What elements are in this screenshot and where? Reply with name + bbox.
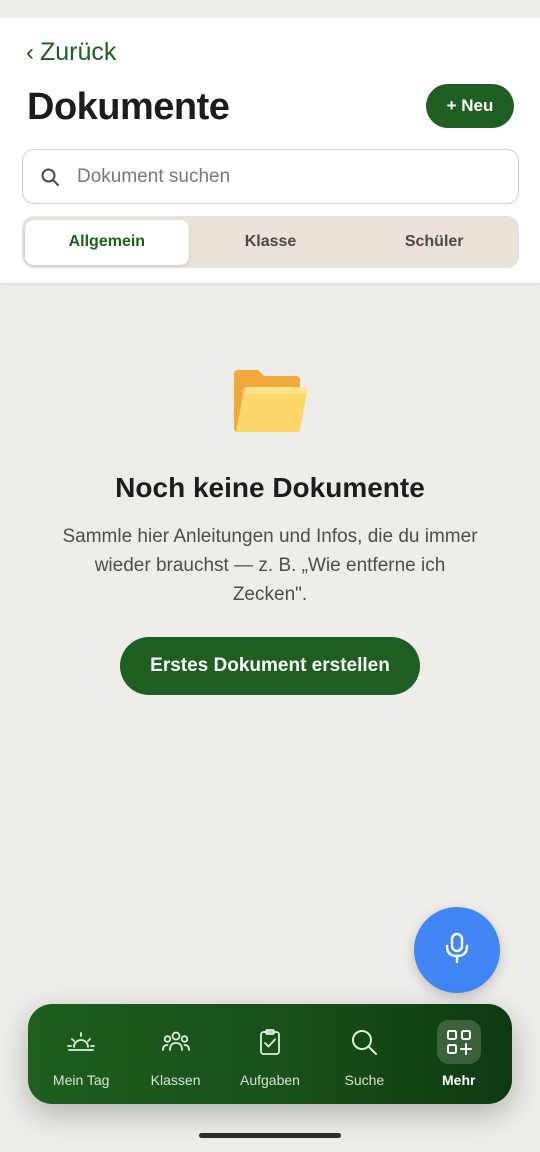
tab-allgemein[interactable]: Allgemein	[25, 219, 189, 265]
home-indicator	[199, 1133, 341, 1138]
tab-schueler[interactable]: Schüler	[352, 220, 516, 265]
bottom-navigation: Mein Tag Klassen Aufgaben Suche Mehr	[28, 1004, 512, 1104]
group-icon	[154, 1020, 198, 1064]
back-label: Zurück	[40, 38, 117, 66]
chevron-left-icon: ‹	[26, 38, 34, 66]
nav-label: Mein Tag	[52, 1072, 110, 1088]
nav-item-mehr[interactable]: Mehr	[415, 1020, 503, 1088]
sunrise-icon	[59, 1020, 103, 1064]
tab-klasse[interactable]: Klasse	[189, 220, 353, 265]
search-input[interactable]	[75, 164, 475, 189]
nav-item-klassen[interactable]: Klassen	[132, 1020, 220, 1088]
folder-icon	[230, 360, 310, 440]
nav-label: Klassen	[150, 1072, 201, 1088]
search-icon	[39, 166, 61, 188]
status-bar-area	[0, 0, 540, 18]
microphone-icon	[443, 932, 471, 969]
category-tabs: Allgemein Klasse Schüler	[22, 216, 519, 268]
page-header: ‹ Zurück Dokumente + Neu Allgemein Klass…	[0, 18, 540, 284]
nav-label: Mehr	[442, 1072, 476, 1088]
empty-state: Noch keine Dokumente Sammle hier Anleitu…	[0, 360, 540, 695]
voice-input-button[interactable]	[414, 907, 500, 993]
clipboard-check-icon	[248, 1020, 292, 1064]
nav-item-mein-tag[interactable]: Mein Tag	[37, 1020, 125, 1088]
search-icon	[342, 1020, 386, 1064]
nav-item-suche[interactable]: Suche	[320, 1020, 408, 1088]
nav-label: Suche	[344, 1072, 385, 1088]
search-field[interactable]	[22, 149, 519, 204]
empty-description: Sammle hier Anleitungen und Infos, die d…	[62, 526, 478, 605]
grid-plus-icon	[436, 1020, 481, 1064]
empty-title: Noch keine Dokumente	[115, 472, 425, 503]
new-document-button[interactable]: + Neu	[426, 84, 514, 128]
page-title: Dokumente	[27, 86, 230, 128]
create-first-document-button[interactable]: Erstes Dokument erstellen	[120, 637, 420, 695]
nav-label: Aufgaben	[239, 1072, 300, 1088]
back-button[interactable]: ‹ Zurück	[26, 38, 116, 67]
nav-item-aufgaben[interactable]: Aufgaben	[226, 1020, 314, 1088]
